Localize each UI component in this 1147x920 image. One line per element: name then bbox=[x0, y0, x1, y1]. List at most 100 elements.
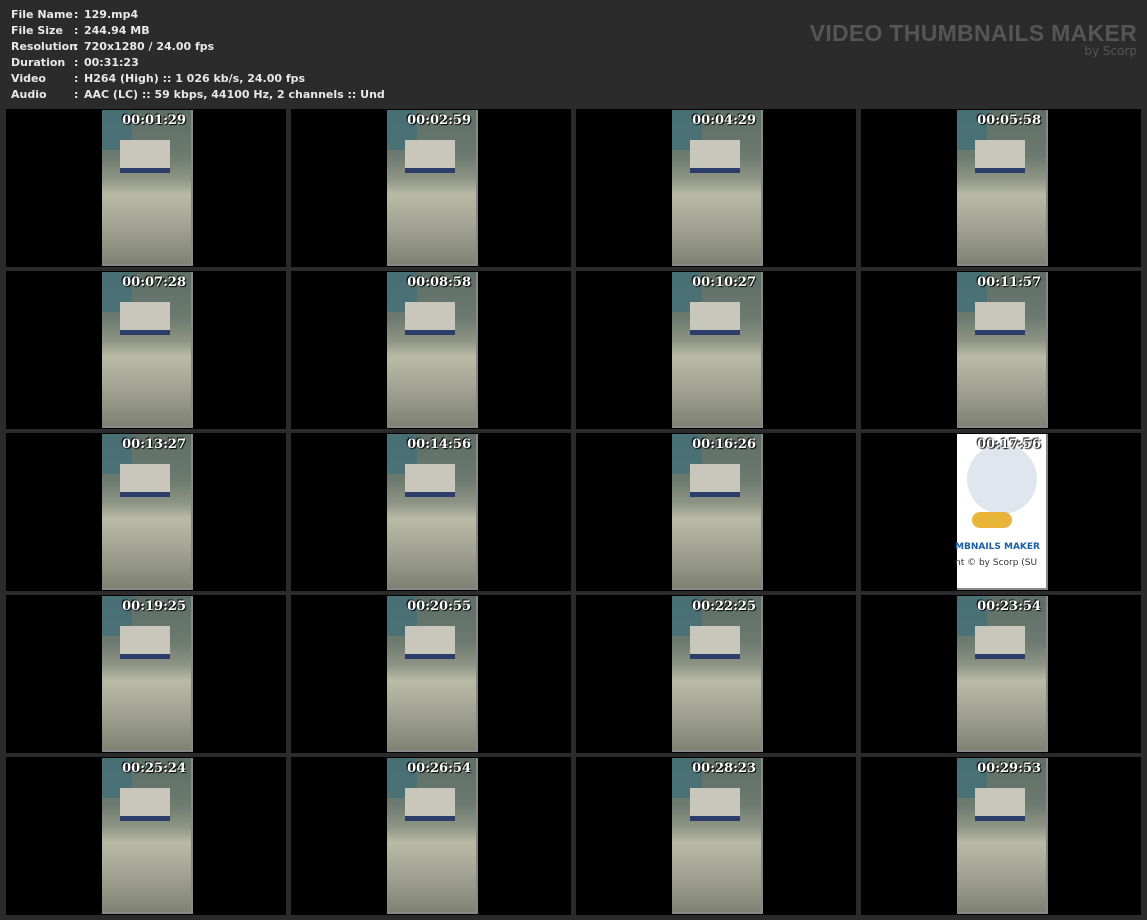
timestamp: 00:16:26 bbox=[692, 437, 756, 452]
timestamp: 00:14:56 bbox=[407, 437, 471, 452]
timestamp: 00:13:27 bbox=[122, 437, 186, 452]
timestamp: 00:07:28 bbox=[122, 275, 186, 290]
info-separator: : bbox=[74, 8, 79, 21]
thumbnail-image: 00:23:54 bbox=[957, 596, 1048, 752]
timestamp: 00:22:25 bbox=[692, 599, 756, 614]
thumbnail-cell[interactable]: MBNAILS MAKER nt © by Scorp (SU 00:17:56 bbox=[861, 433, 1141, 591]
info-label: Duration bbox=[11, 56, 66, 69]
timestamp: 00:08:58 bbox=[407, 275, 471, 290]
owl-caption: MBNAILS MAKER bbox=[955, 542, 1040, 552]
bed bbox=[975, 626, 1025, 659]
thumbnail-image: 00:08:58 bbox=[387, 272, 478, 428]
info-row: File Size:244.94 MB bbox=[11, 23, 385, 39]
thumbnail-cell[interactable]: 00:19:25 bbox=[6, 595, 286, 753]
info-separator: : bbox=[74, 24, 79, 37]
thumbnail-image: 00:04:29 bbox=[672, 110, 763, 266]
bed bbox=[405, 464, 455, 497]
bed bbox=[405, 140, 455, 173]
info-row: Resolution:720x1280 / 24.00 fps bbox=[11, 39, 385, 55]
bed bbox=[120, 302, 170, 335]
owl-copyright: nt © by Scorp (SU bbox=[955, 558, 1038, 568]
thumbnail-image: 00:29:53 bbox=[957, 758, 1048, 914]
thumbnail-cell[interactable]: 00:02:59 bbox=[291, 109, 571, 267]
timestamp: 00:05:58 bbox=[977, 113, 1041, 128]
timestamp: 00:01:29 bbox=[122, 113, 186, 128]
brand-title: VIDEO THUMBNAILS MAKER bbox=[809, 20, 1137, 46]
timestamp: 00:23:54 bbox=[977, 599, 1041, 614]
info-label: Audio bbox=[11, 88, 47, 101]
bed bbox=[975, 140, 1025, 173]
bed bbox=[975, 302, 1025, 335]
thumbnail-cell[interactable]: 00:11:57 bbox=[861, 271, 1141, 429]
thumbnail-cell[interactable]: 00:16:26 bbox=[576, 433, 856, 591]
thumbnail-cell[interactable]: 00:29:53 bbox=[861, 757, 1141, 915]
info-row: Duration:00:31:23 bbox=[11, 55, 385, 71]
timestamp: 00:10:27 bbox=[692, 275, 756, 290]
thumbnail-image: 00:19:25 bbox=[102, 596, 193, 752]
info-value: 244.94 MB bbox=[84, 24, 150, 37]
thumbnail-image: 00:22:25 bbox=[672, 596, 763, 752]
info-separator: : bbox=[74, 72, 79, 85]
timestamp: 00:20:55 bbox=[407, 599, 471, 614]
info-row: Video: H264 (High) :: 1 026 kb/s, 24.00 f… bbox=[11, 71, 385, 87]
thumbnail-cell[interactable]: 00:25:24 bbox=[6, 757, 286, 915]
thumbnail-image: 00:25:24 bbox=[102, 758, 193, 914]
thumbnail-image: MBNAILS MAKER nt © by Scorp (SU 00:17:56 bbox=[955, 434, 1048, 590]
info-label: Resolution bbox=[11, 40, 78, 53]
thumbnail-cell[interactable]: 00:05:58 bbox=[861, 109, 1141, 267]
thumbnail-image: 00:28:23 bbox=[672, 758, 763, 914]
thumbnail-cell[interactable]: 00:08:58 bbox=[291, 271, 571, 429]
bed bbox=[405, 302, 455, 335]
bed bbox=[690, 302, 740, 335]
bed bbox=[120, 464, 170, 497]
timestamp: 00:29:53 bbox=[977, 761, 1041, 776]
thumbnail-image: 00:07:28 bbox=[102, 272, 193, 428]
thumbnail-image: 00:11:57 bbox=[957, 272, 1048, 428]
thumbnail-cell[interactable]: 00:22:25 bbox=[576, 595, 856, 753]
info-value: 720x1280 / 24.00 fps bbox=[84, 40, 215, 53]
info-label: File Size bbox=[11, 24, 63, 37]
thumbnail-cell[interactable]: 00:07:28 bbox=[6, 271, 286, 429]
thumbnail-cell[interactable]: 00:26:54 bbox=[291, 757, 571, 915]
info-row: Audio: AAC (LC) :: 59 kbps, 44100 Hz, 2 c… bbox=[11, 87, 385, 103]
thumbnail-image: 00:26:54 bbox=[387, 758, 478, 914]
file-info: File Name:129.mp4 File Size:244.94 MB Reso… bbox=[11, 7, 385, 103]
timestamp: 00:25:24 bbox=[122, 761, 186, 776]
timestamp: 00:28:23 bbox=[692, 761, 756, 776]
thumbnail-cell[interactable]: 00:13:27 bbox=[6, 433, 286, 591]
info-separator: : bbox=[74, 56, 79, 69]
info-value: 00:31:23 bbox=[84, 56, 139, 69]
bed bbox=[120, 626, 170, 659]
thumbnail-cell[interactable]: 00:14:56 bbox=[291, 433, 571, 591]
thumbnail-image: 00:14:56 bbox=[387, 434, 478, 590]
info-label: Video bbox=[11, 72, 46, 85]
timestamp: 00:17:56 bbox=[977, 437, 1041, 452]
bed bbox=[975, 788, 1025, 821]
thumbnail-image: 00:13:27 bbox=[102, 434, 193, 590]
bed bbox=[690, 788, 740, 821]
info-value: H264 (High) :: 1 026 kb/s, 24.00 fps bbox=[84, 72, 306, 85]
info-label: File Name bbox=[11, 8, 73, 21]
thumbnail-cell[interactable]: 00:04:29 bbox=[576, 109, 856, 267]
thumbnail-cell[interactable]: 00:10:27 bbox=[576, 271, 856, 429]
owl-icon bbox=[967, 444, 1037, 514]
thumbnail-image: 00:10:27 bbox=[672, 272, 763, 428]
timestamp: 00:11:57 bbox=[977, 275, 1041, 290]
thumbnail-cell[interactable]: 00:28:23 bbox=[576, 757, 856, 915]
thumbnail-cell[interactable]: 00:01:29 bbox=[6, 109, 286, 267]
info-separator: : bbox=[74, 40, 79, 53]
bed bbox=[405, 788, 455, 821]
info-value: AAC (LC) :: 59 kbps, 44100 Hz, 2 channel… bbox=[84, 88, 385, 101]
bed bbox=[690, 626, 740, 659]
thumbnail-cell[interactable]: 00:23:54 bbox=[861, 595, 1141, 753]
info-separator: : bbox=[74, 88, 79, 101]
thumbnail-cell[interactable]: 00:20:55 bbox=[291, 595, 571, 753]
info-row: File Name:129.mp4 bbox=[11, 7, 385, 23]
bed bbox=[120, 788, 170, 821]
thumbnail-grid: 00:01:29 00:02:59 00:04:29 00:05:58 00:07:28… bbox=[6, 109, 1141, 915]
bed bbox=[690, 464, 740, 497]
brand-logo: VIDEO THUMBNAILS MAKER by Scorp bbox=[810, 20, 1137, 58]
bed bbox=[405, 626, 455, 659]
timestamp: 00:04:29 bbox=[692, 113, 756, 128]
scroll-icon bbox=[972, 512, 1012, 528]
